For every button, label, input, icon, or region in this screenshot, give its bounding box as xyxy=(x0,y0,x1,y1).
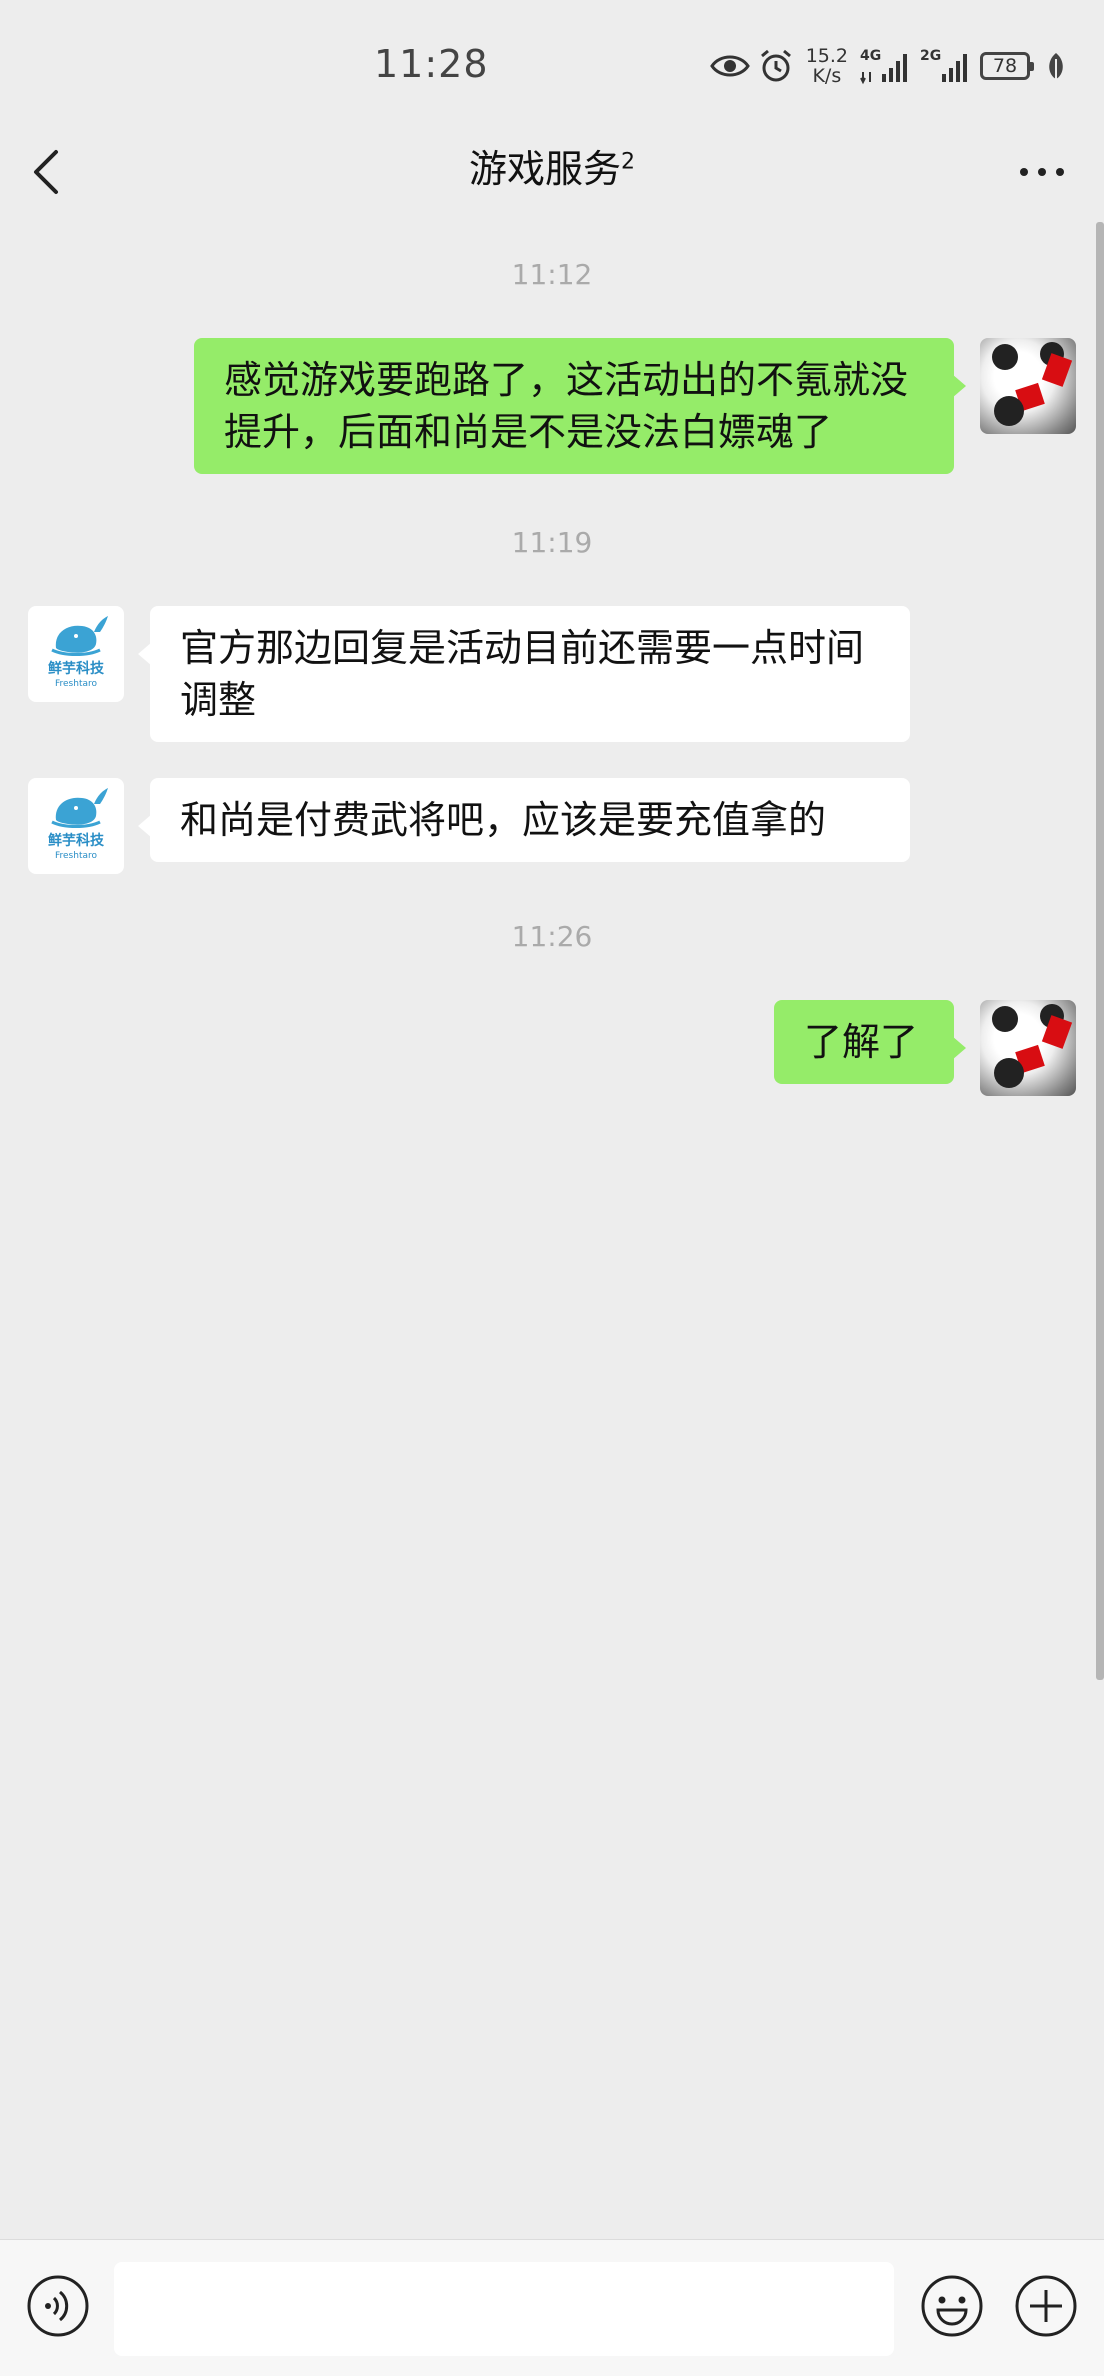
voice-input-button[interactable] xyxy=(26,2274,90,2338)
whale-logo-icon xyxy=(51,788,108,828)
brand-name-latin: Freshtaro xyxy=(54,851,97,861)
battery-level: 78 xyxy=(992,55,1018,77)
network-speed: 15.2 K/s xyxy=(806,46,848,86)
contact-avatar[interactable]: 鲜芋科技 Freshtaro xyxy=(28,778,124,874)
chat-title: 游戏服务2 xyxy=(0,138,1104,193)
signal-4g-icon: 4G xyxy=(860,46,912,86)
message-bubble-other[interactable]: 官方那边回复是活动目前还需要一点时间调整 xyxy=(138,606,910,742)
leaf-icon xyxy=(1046,51,1066,81)
eye-icon xyxy=(709,52,750,80)
plus-icon xyxy=(1015,2275,1077,2337)
message-timestamp: 11:19 xyxy=(511,526,593,559)
scrollbar[interactable] xyxy=(1096,222,1104,1680)
contact-avatar[interactable]: 鲜芋科技 Freshtaro xyxy=(28,606,124,702)
smiley-icon xyxy=(921,2275,983,2337)
more-options-icon[interactable] xyxy=(1018,160,1066,184)
network-speed-value: 15.2 xyxy=(805,45,848,67)
message-input[interactable] xyxy=(114,2262,894,2356)
emoji-button[interactable] xyxy=(920,2274,984,2338)
message-bubble-self[interactable]: 了解了 xyxy=(774,1000,966,1084)
self-avatar[interactable] xyxy=(980,338,1076,434)
brand-name: 鲜芋科技 xyxy=(48,661,104,677)
message-bubble-other[interactable]: 和尚是付费武将吧，应该是要充值拿的 xyxy=(138,778,910,862)
network-speed-unit: K/s xyxy=(812,65,842,87)
message-timestamp: 11:26 xyxy=(511,920,593,953)
message-timestamp: 11:12 xyxy=(511,258,593,291)
alarm-icon xyxy=(758,48,794,84)
chat-message-list[interactable]: 11:12 感觉游戏要跑路了，这活动出的不氪就没提升，后面和尚是不是没法白嫖魂了… xyxy=(0,224,1104,2240)
voice-icon xyxy=(27,2275,89,2337)
status-time: 11:28 xyxy=(374,42,489,86)
input-bar xyxy=(0,2239,1104,2376)
self-avatar[interactable] xyxy=(980,1000,1076,1096)
status-icons: 15.2 K/s 4G 2G 78 xyxy=(709,44,1066,88)
status-bar: 11:28 15.2 K/s 4G 2G 78 xyxy=(0,0,1104,120)
signal-2g-icon: 2G xyxy=(920,46,972,86)
message-bubble-self[interactable]: 感觉游戏要跑路了，这活动出的不氪就没提升，后面和尚是不是没法白嫖魂了 xyxy=(194,338,966,474)
battery-icon: 78 xyxy=(980,52,1034,80)
whale-logo-icon xyxy=(51,616,108,656)
brand-name: 鲜芋科技 xyxy=(48,833,104,849)
chat-title-text: 游戏服务 xyxy=(468,147,621,191)
chat-header: 游戏服务2 xyxy=(0,120,1104,224)
chat-title-superscript: 2 xyxy=(621,149,635,175)
more-functions-button[interactable] xyxy=(1014,2274,1078,2338)
brand-name-latin: Freshtaro xyxy=(54,679,97,689)
